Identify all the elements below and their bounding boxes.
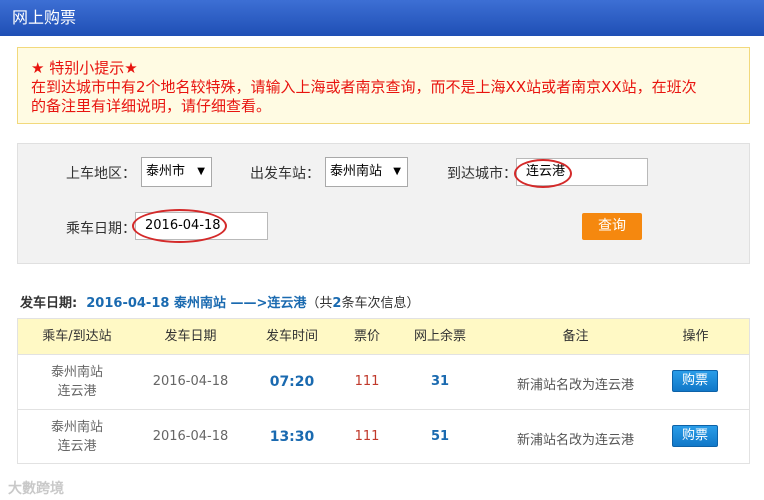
departure-date: 2016-04-18 bbox=[152, 429, 229, 444]
header-price: 票价 bbox=[353, 329, 380, 344]
region-select-value: 泰州市 bbox=[146, 164, 186, 179]
remark: 新浦站名改为连云港 bbox=[516, 378, 634, 393]
arrival-station: 连云港 bbox=[57, 384, 97, 399]
remaining-seats: 51 bbox=[430, 429, 450, 444]
ticket-price: 111 bbox=[354, 374, 380, 389]
departure-station: 泰州南站 bbox=[50, 420, 103, 435]
arrival-station: 连云港 bbox=[57, 439, 97, 454]
date-label: 乘车日期： bbox=[66, 221, 136, 237]
summary-route: 泰州南站 ——>连云港 bbox=[173, 296, 307, 311]
region-label: 上车地区： bbox=[66, 166, 136, 182]
header-date: 发车日期 bbox=[164, 329, 217, 344]
window-titlebar: 网上购票 bbox=[0, 0, 764, 36]
departure-date: 2016-04-18 bbox=[152, 374, 229, 389]
buy-ticket-button[interactable]: 购票 bbox=[672, 370, 718, 392]
station-select-value: 泰州南站 bbox=[330, 164, 383, 179]
summary-count-suffix: 条车次信息） bbox=[341, 296, 420, 311]
window-title: 网上购票 bbox=[12, 8, 77, 27]
region-select[interactable]: 泰州市 ▼ bbox=[141, 157, 212, 187]
summary-prefix: 发车日期: bbox=[20, 296, 78, 311]
remaining-seats: 31 bbox=[430, 374, 450, 389]
notice-line-1: 在到达城市中有2个地名较特殊，请输入上海或者南京查询，而不是上海XX站或者南京X… bbox=[31, 78, 697, 96]
buy-ticket-button[interactable]: 购票 bbox=[672, 425, 718, 447]
watermark-text: 大數跨境 bbox=[8, 481, 64, 497]
watermark-logo: 大數跨境 bbox=[8, 478, 64, 498]
date-highlight-circle bbox=[132, 209, 227, 243]
schedule-table: 乘车/到达站 发车日期 发车时间 票价 网上余票 备注 操作 泰州南站 连云港 … bbox=[17, 318, 750, 464]
departure-time: 13:30 bbox=[269, 429, 315, 445]
station-cell: 泰州南站 连云港 bbox=[18, 418, 136, 456]
table-row: 泰州南站 连云港 2016-04-18 07:20 111 31 新浦站名改为连… bbox=[18, 354, 749, 410]
table-header: 乘车/到达站 发车日期 发车时间 票价 网上余票 备注 操作 bbox=[18, 319, 749, 354]
ticket-price: 111 bbox=[354, 429, 380, 444]
remark: 新浦站名改为连云港 bbox=[516, 433, 634, 448]
table-row: 泰州南站 连云港 2016-04-18 13:30 111 51 新浦站名改为连… bbox=[18, 409, 749, 465]
notice-heading: ★ 特别小提示★ bbox=[31, 59, 138, 77]
station-label: 出发车站： bbox=[250, 166, 320, 182]
station-select[interactable]: 泰州南站 ▼ bbox=[325, 157, 408, 187]
city-label: 到达城市： bbox=[447, 166, 517, 182]
header-action: 操作 bbox=[682, 329, 709, 344]
station-cell: 泰州南站 连云港 bbox=[18, 363, 136, 401]
header-time: 发车时间 bbox=[265, 329, 318, 344]
summary-date: 2016-04-18 bbox=[86, 296, 170, 311]
special-notice: ★ 特别小提示★ 在到达城市中有2个地名较特殊，请输入上海或者南京查询，而不是上… bbox=[17, 47, 750, 124]
result-summary: 发车日期: 2016-04-18 泰州南站 ——>连云港（共2条车次信息） bbox=[20, 292, 419, 311]
chevron-down-icon: ▼ bbox=[393, 166, 401, 177]
header-station: 乘车/到达站 bbox=[42, 329, 112, 344]
header-remark: 备注 bbox=[562, 329, 589, 344]
departure-time: 07:20 bbox=[269, 374, 315, 390]
notice-line-2: 的备注里有详细说明，请仔细查看。 bbox=[31, 97, 272, 115]
summary-count-prefix: （共 bbox=[306, 296, 333, 311]
query-button[interactable]: 查询 bbox=[582, 213, 642, 240]
departure-station: 泰州南站 bbox=[50, 365, 103, 380]
header-seats: 网上余票 bbox=[413, 329, 466, 344]
chevron-down-icon: ▼ bbox=[197, 166, 205, 177]
city-highlight-circle bbox=[514, 159, 572, 188]
search-panel: 上车地区： 泰州市 ▼ 出发车站： 泰州南站 ▼ 到达城市： 连云港 乘车日期：… bbox=[17, 143, 750, 264]
